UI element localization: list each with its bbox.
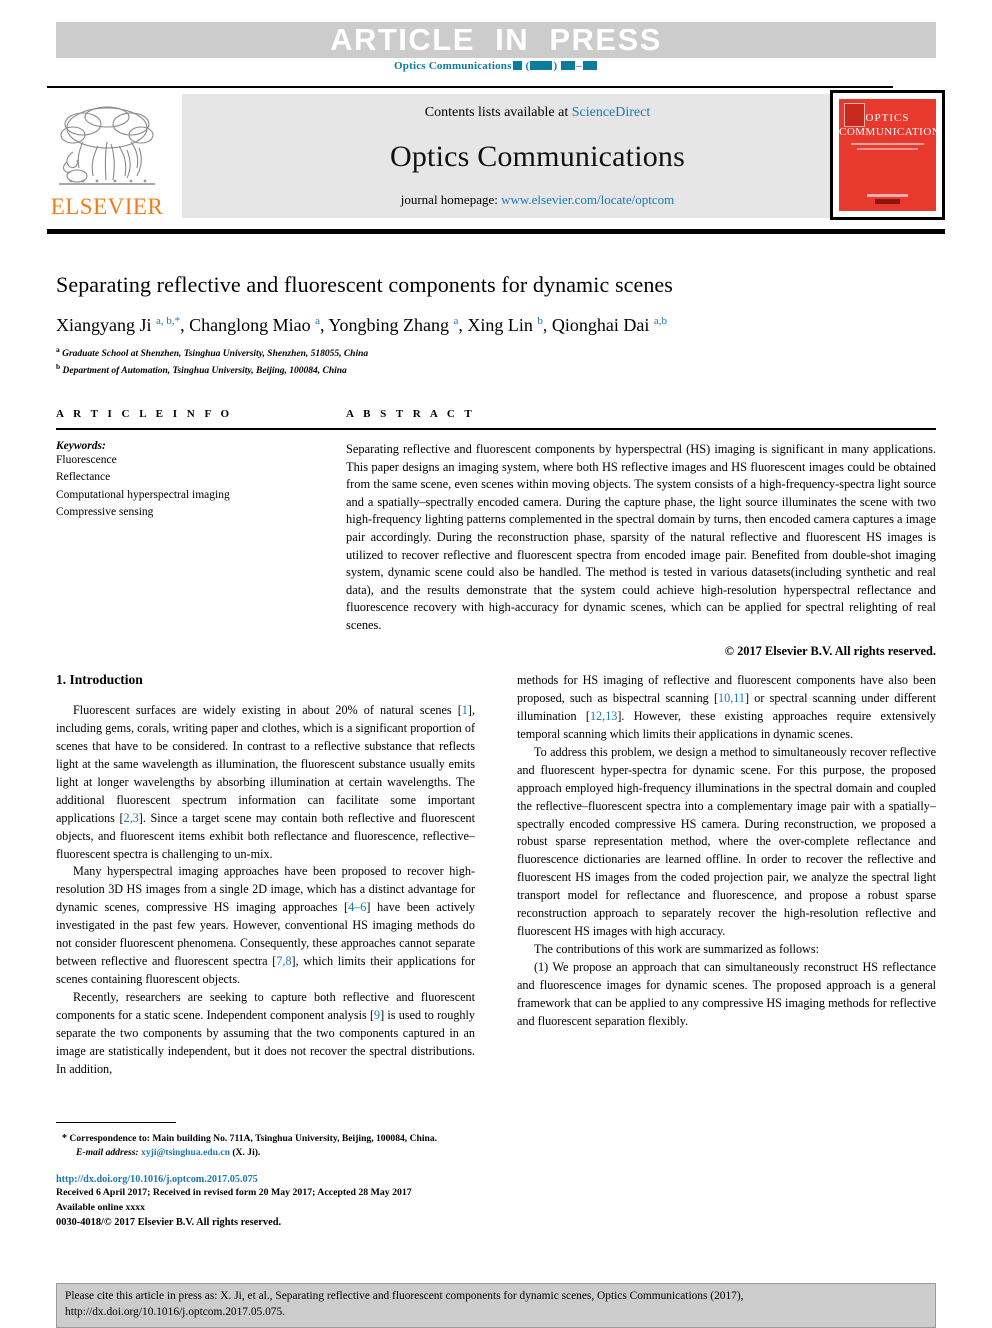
placeholder-block-volume (512, 61, 522, 70)
affiliation-text: Department of Automation, Tsinghua Unive… (62, 366, 347, 377)
citation-ref[interactable]: 9 (374, 1008, 380, 1022)
affiliation-item: b Department of Automation, Tsinghua Uni… (56, 362, 936, 379)
copyright-line: © 2017 Elsevier B.V. All rights reserved… (724, 643, 936, 658)
homepage-prefix: journal homepage: (400, 192, 502, 207)
doi-link[interactable]: http://dx.doi.org/10.1016/j.optcom.2017.… (56, 1174, 475, 1185)
cover-footer-block (875, 199, 900, 204)
affiliation-mark: a (56, 345, 60, 354)
journal-masthead: ELSEVIER Contents lists available at Sci… (47, 86, 945, 220)
info-abstract-section: A R T I C L E I N F O Keywords: Fluoresc… (56, 408, 936, 659)
journal-homepage-line: journal homepage: www.elsevier.com/locat… (401, 192, 675, 208)
paragraph: Many hyperspectral imaging approaches ha… (56, 864, 475, 987)
page-title: Separating reflective and fluorescent co… (56, 272, 673, 297)
article-info-heading: A R T I C L E I N F O (56, 408, 233, 420)
title-block: Separating reflective and fluorescent co… (56, 272, 936, 379)
cover-subtitle-rule-2 (857, 148, 918, 150)
issn-copyright: 0030-4018/© 2017 Elsevier B.V. All right… (56, 1217, 282, 1229)
citation-ref[interactable]: 1 (462, 703, 468, 717)
body-column-left: 1. Introduction Fluorescent surfaces are… (56, 672, 475, 1079)
journal-cover-thumbnail: OPTICS COMMUNICATIONS (830, 90, 945, 220)
citation-ref[interactable]: 4–6 (348, 900, 366, 914)
journal-title: Optics Communications (389, 139, 685, 173)
cover-title-line2: COMMUNICATIONS (839, 126, 938, 138)
paragraph: (1) We propose an approach that can simu… (517, 960, 936, 1028)
paragraph: Fluorescent surfaces are widely existing… (56, 703, 475, 861)
abstract-column: A B S T R A C T Separating reflective an… (346, 408, 936, 659)
citation-ref[interactable]: 10,11 (718, 691, 745, 705)
footnote-star-marker: * (62, 1133, 67, 1144)
affiliation-item: a Graduate School at Shenzhen, Tsinghua … (56, 345, 936, 362)
abstract-heading: A B S T R A C T (346, 408, 476, 420)
contents-available-line: Contents lists available at ScienceDirec… (425, 105, 651, 121)
abstract-rule (346, 428, 936, 430)
keyword-item: Reflectance (56, 471, 111, 484)
journal-ref-name: Optics Communications (394, 60, 512, 72)
masthead-top-rule (47, 86, 893, 88)
citation-ref[interactable]: 12,13 (590, 709, 617, 723)
keyword-item: Computational hyperspectral imaging (56, 488, 230, 501)
received-dates: Received 6 April 2017; Received in revis… (56, 1186, 412, 1198)
placeholder-block-year (530, 61, 553, 70)
cite-line-1: Please cite this article in press as: X.… (65, 1290, 744, 1302)
cite-text: Please cite this article in press as: X.… (65, 1289, 927, 1321)
paragraph: To address this problem, we design a met… (517, 744, 936, 939)
masthead-bottom-rule (47, 229, 945, 234)
footnote-block: * Correspondence to: Main building No. 7… (56, 1122, 475, 1231)
cover-footer-rule (867, 194, 908, 197)
paragraph: The contributions of this work are summa… (534, 942, 819, 957)
author-list: Xiangyang Ji a, b,*, Changlong Miao a, Y… (56, 315, 668, 335)
paragraph: Recently, researchers are seeking to cap… (56, 990, 476, 1076)
journal-homepage-link[interactable]: www.elsevier.com/locate/optcom (501, 192, 674, 207)
keyword-item: Fluorescence (56, 454, 117, 466)
cite-line-2[interactable]: http://dx.doi.org/10.1016/j.optcom.2017.… (65, 1305, 927, 1321)
affiliation-mark: b (56, 361, 61, 371)
journal-ref-dash: – (576, 60, 582, 72)
email-label: E-mail address: (76, 1147, 139, 1159)
article-info-rule (56, 428, 346, 430)
correspondence-note: * Correspondence to: Main building No. 7… (56, 1131, 475, 1146)
journal-running-reference: Optics Communications () – (0, 60, 992, 72)
affiliation-list: a Graduate School at Shenzhen, Tsinghua … (56, 345, 936, 379)
keyword-item: Compressive sensing (56, 505, 154, 518)
journal-ref-paren-open: ( (522, 60, 530, 72)
cite-this-article-footer: Please cite this article in press as: X.… (56, 1283, 936, 1328)
placeholder-block-pageend (582, 61, 597, 70)
article-in-press-label: ARTICLE IN PRESS (330, 22, 662, 57)
affiliation-text: Graduate School at Shenzhen, Tsinghua Un… (62, 349, 369, 360)
article-in-press-banner: ARTICLE IN PRESS (56, 22, 936, 58)
footnote-rule (56, 1122, 176, 1123)
journal-ref-paren-close: ) (553, 60, 561, 72)
correspondence-text: Correspondence to: Main building No. 711… (69, 1133, 438, 1144)
paper-page: ARTICLE IN PRESS Optics Communications (… (0, 0, 992, 1328)
email-link[interactable]: xyji@tsinghua.edu.cn (141, 1147, 230, 1158)
contents-panel: Contents lists available at ScienceDirec… (182, 94, 893, 218)
keywords-label: Keywords: (56, 440, 106, 452)
journal-cover-art: OPTICS COMMUNICATIONS (837, 97, 938, 213)
elsevier-wordmark: ELSEVIER (50, 194, 164, 219)
article-info-column: A R T I C L E I N F O Keywords: Fluoresc… (56, 408, 346, 659)
email-owner: (X. Ji). (232, 1147, 261, 1159)
contents-prefix: Contents lists available at (424, 105, 572, 120)
citation-ref[interactable]: 2,3 (124, 811, 139, 825)
cover-title-line1: OPTICS (865, 112, 910, 124)
body-columns: 1. Introduction Fluorescent surfaces are… (56, 672, 936, 1079)
elsevier-tree-icon (59, 106, 155, 185)
placeholder-block-pagestart (561, 61, 576, 70)
cover-subtitle-rule-1 (851, 143, 924, 145)
email-note: E-mail address: xyji@tsinghua.edu.cn (X.… (56, 1146, 475, 1160)
section-heading-introduction: 1. Introduction (56, 672, 143, 687)
paragraph: methods for HS imaging of reflective and… (517, 673, 937, 741)
elsevier-logo: ELSEVIER (47, 94, 167, 218)
available-online: Available online xxxx (56, 1201, 146, 1213)
abstract-text: Separating reflective and fluorescent co… (346, 442, 936, 633)
body-column-right: methods for HS imaging of reflective and… (517, 672, 936, 1079)
sciencedirect-link[interactable]: ScienceDirect (572, 105, 651, 120)
citation-ref[interactable]: 7,8 (276, 954, 291, 968)
